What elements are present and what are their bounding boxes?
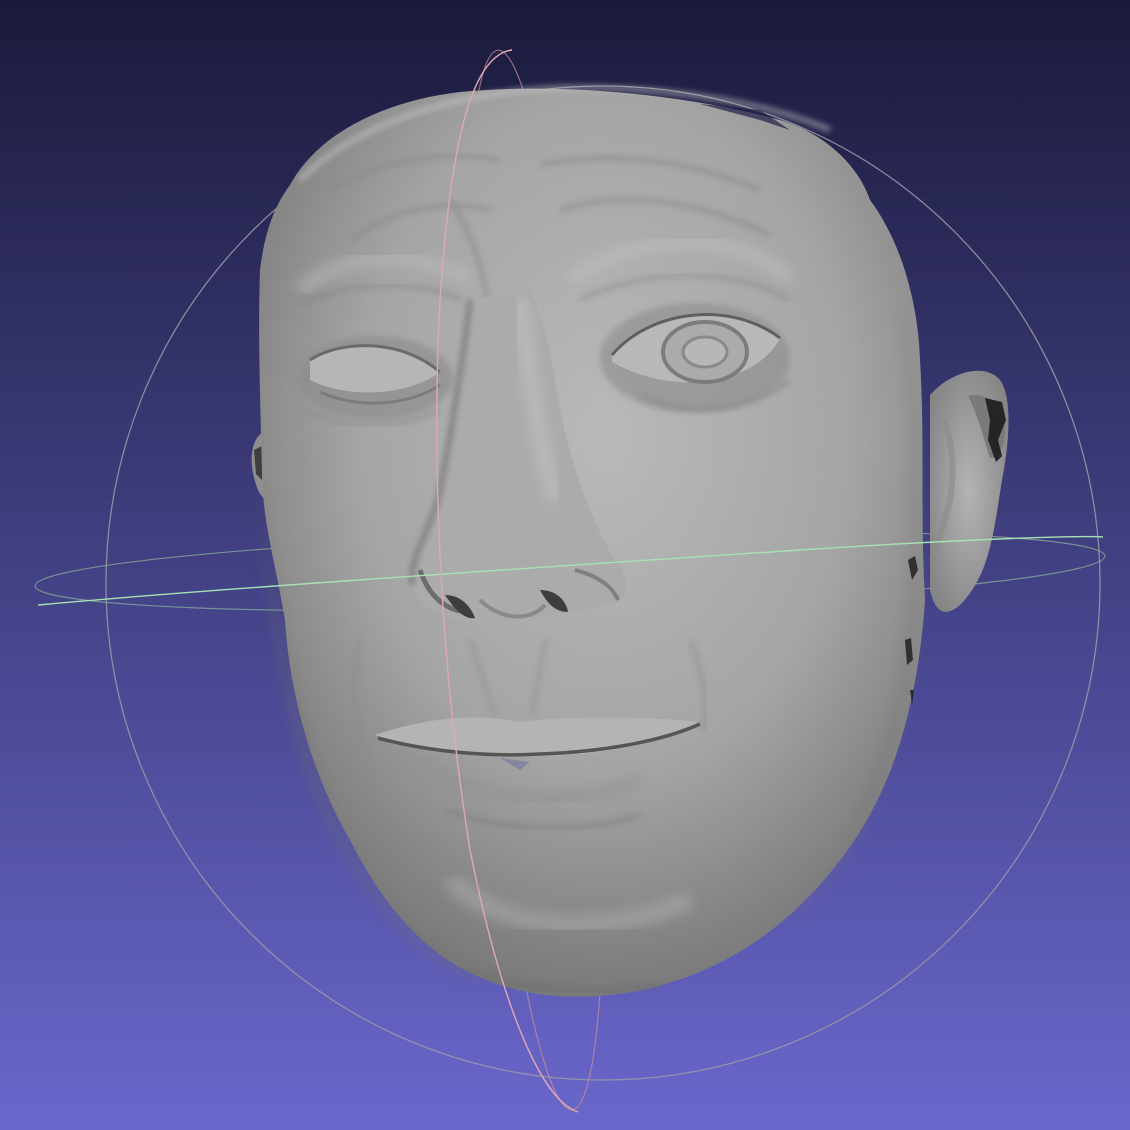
3d-viewport[interactable]	[0, 0, 1130, 1130]
scene-canvas[interactable]	[0, 0, 1130, 1130]
right-eye	[600, 303, 792, 413]
